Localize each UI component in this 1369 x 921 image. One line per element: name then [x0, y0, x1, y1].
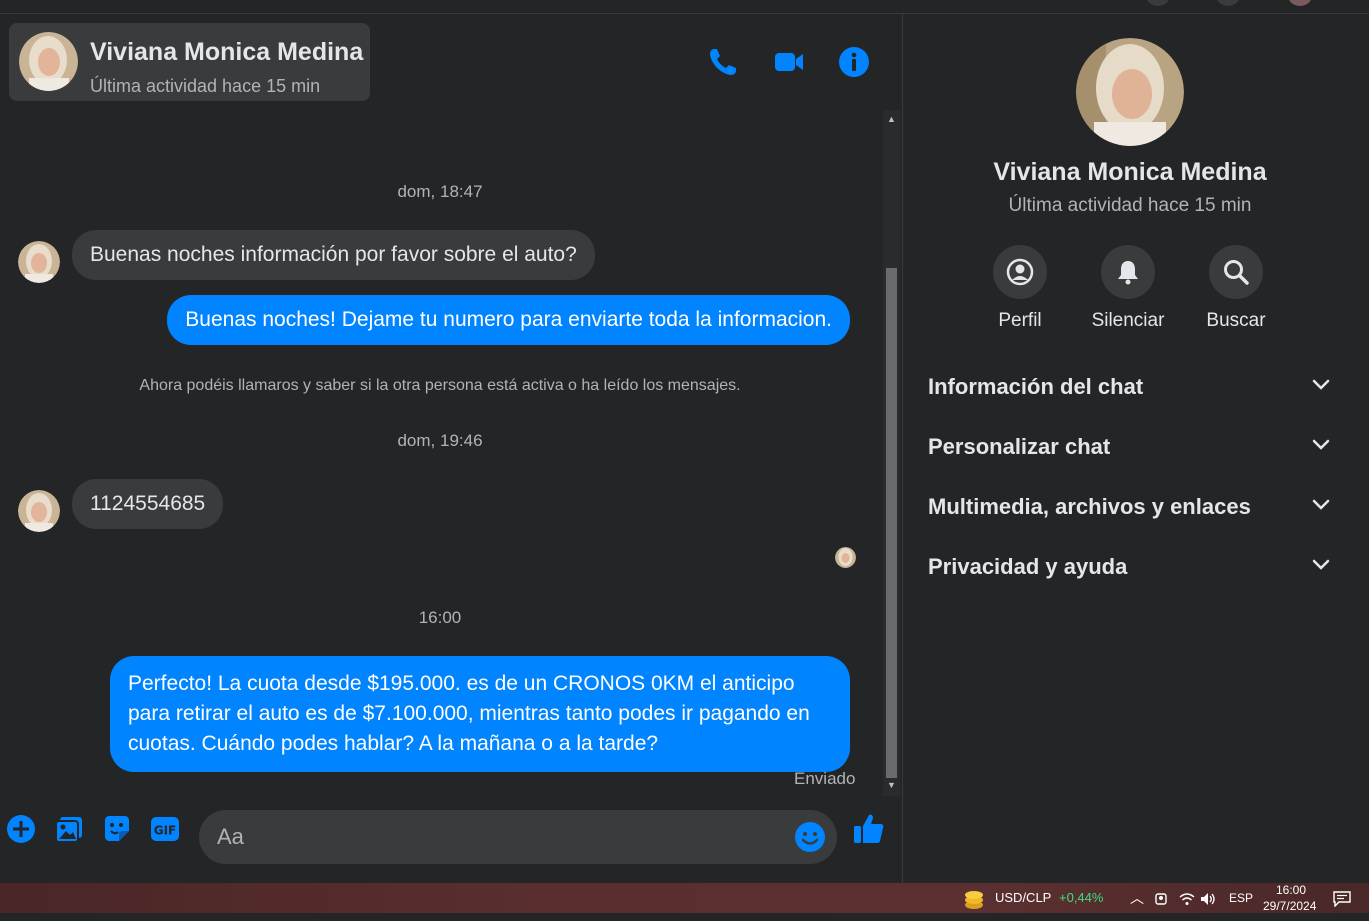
clock-date[interactable]: 29/7/2024 — [1263, 891, 1316, 921]
plus-icon[interactable] — [6, 814, 36, 844]
seen-avatar — [835, 547, 856, 568]
section-privacy-label: Privacidad y ayuda — [928, 554, 1128, 579]
contact-avatar — [19, 32, 78, 91]
meet-now-icon[interactable] — [1154, 892, 1168, 906]
message-input[interactable] — [217, 822, 777, 852]
mute-action[interactable]: Silenciar — [1078, 245, 1178, 332]
message-input-box[interactable] — [199, 810, 837, 864]
details-contact-name: Viviana Monica Medina — [993, 158, 1267, 186]
contact-profile-photo[interactable] — [1076, 38, 1184, 146]
message-list[interactable]: dom, 18:47 Buenas noches información por… — [0, 110, 882, 795]
scroll-up-arrow[interactable]: ▲ — [886, 112, 897, 126]
info-icon[interactable] — [838, 46, 870, 78]
chat-pane: Viviana Monica Medina Última actividad h… — [0, 14, 903, 883]
thumbs-up-icon[interactable] — [852, 812, 886, 846]
outgoing-message[interactable]: Buenas noches! Dejame tu numero para env… — [167, 295, 850, 345]
section-media-files[interactable]: Multimedia, archivos y enlaces — [920, 484, 1340, 532]
scroll-down-arrow[interactable]: ▼ — [886, 778, 897, 792]
gif-icon[interactable]: GIF — [150, 814, 180, 844]
user-circle-icon — [1006, 258, 1034, 286]
bell-icon — [1118, 261, 1138, 285]
emoji-icon[interactable] — [794, 821, 826, 853]
section-chat-info-label: Información del chat — [928, 374, 1144, 399]
profile-label: Perfil — [998, 310, 1042, 331]
incoming-message[interactable]: 1124554685 — [72, 479, 224, 529]
search-label: Buscar — [1206, 310, 1266, 331]
svg-text:GIF: GIF — [154, 824, 177, 838]
search-icon — [1224, 260, 1249, 285]
section-chat-info[interactable]: Información del chat — [920, 364, 1340, 412]
photo-icon[interactable] — [54, 814, 84, 844]
details-contact-status: Última actividad hace 15 min — [1008, 195, 1252, 216]
message-composer: GIF — [0, 804, 903, 864]
sender-avatar[interactable] — [18, 241, 60, 283]
wifi-icon[interactable] — [1179, 892, 1195, 906]
contact-name: Viviana Monica Medina — [90, 38, 364, 66]
top-avatar-partial[interactable] — [1215, 0, 1241, 6]
scrollbar-thumb[interactable] — [886, 268, 897, 778]
section-privacy-help[interactable]: Privacidad y ayuda — [920, 544, 1340, 592]
sent-status: Enviado — [794, 769, 856, 788]
details-scrollbar[interactable] — [1356, 14, 1369, 883]
section-customize-label: Personalizar chat — [928, 434, 1111, 459]
system-notice: Ahora podéis llamaros y saber si la otra… — [139, 377, 741, 394]
top-avatar-partial[interactable] — [1287, 0, 1313, 6]
chat-details-pane: Viviana Monica Medina Última actividad h… — [904, 14, 1356, 883]
chevron-up-icon[interactable]: ︿ — [1130, 883, 1144, 913]
chevron-down-icon — [1312, 499, 1330, 510]
language-indicator[interactable]: ESP — [1229, 883, 1253, 913]
sender-avatar[interactable] — [18, 490, 60, 532]
chevron-down-icon — [1312, 559, 1330, 570]
section-media-label: Multimedia, archivos y enlaces — [928, 494, 1251, 519]
chat-scrollbar[interactable]: ▲ ▼ — [883, 110, 900, 796]
coins-icon[interactable] — [962, 889, 986, 911]
incoming-message[interactable]: Buenas noches información por favor sobr… — [72, 230, 595, 280]
chevron-down-icon — [1312, 379, 1330, 390]
section-customize-chat[interactable]: Personalizar chat — [920, 424, 1340, 472]
phone-icon[interactable] — [707, 46, 739, 78]
search-action[interactable]: Buscar — [1186, 245, 1286, 332]
sticker-icon[interactable] — [102, 814, 132, 844]
chevron-down-icon — [1312, 439, 1330, 450]
video-icon[interactable] — [773, 46, 805, 78]
timestamp: dom, 19:46 — [397, 431, 483, 450]
top-avatar-partial[interactable] — [1145, 0, 1171, 6]
outgoing-message[interactable]: Perfecto! La cuota desde $195.000. es de… — [110, 656, 850, 772]
mute-label: Silenciar — [1091, 310, 1165, 331]
window-top-strip — [0, 0, 1369, 14]
profile-action[interactable]: Perfil — [970, 245, 1070, 332]
ticker-change[interactable]: +0,44% — [1059, 883, 1103, 913]
windows-taskbar: USD/CLP +0,44% ︿ ESP 16:00 29/7/2024 — [0, 883, 1369, 913]
volume-icon[interactable] — [1200, 892, 1216, 906]
ticker-symbol[interactable]: USD/CLP — [995, 883, 1051, 913]
chat-header-contact[interactable]: Viviana Monica Medina Última actividad h… — [9, 23, 370, 101]
timestamp: 16:00 — [418, 608, 462, 627]
notification-icon[interactable] — [1333, 891, 1351, 907]
timestamp: dom, 18:47 — [397, 182, 483, 201]
contact-status: Última actividad hace 15 min — [90, 76, 321, 96]
